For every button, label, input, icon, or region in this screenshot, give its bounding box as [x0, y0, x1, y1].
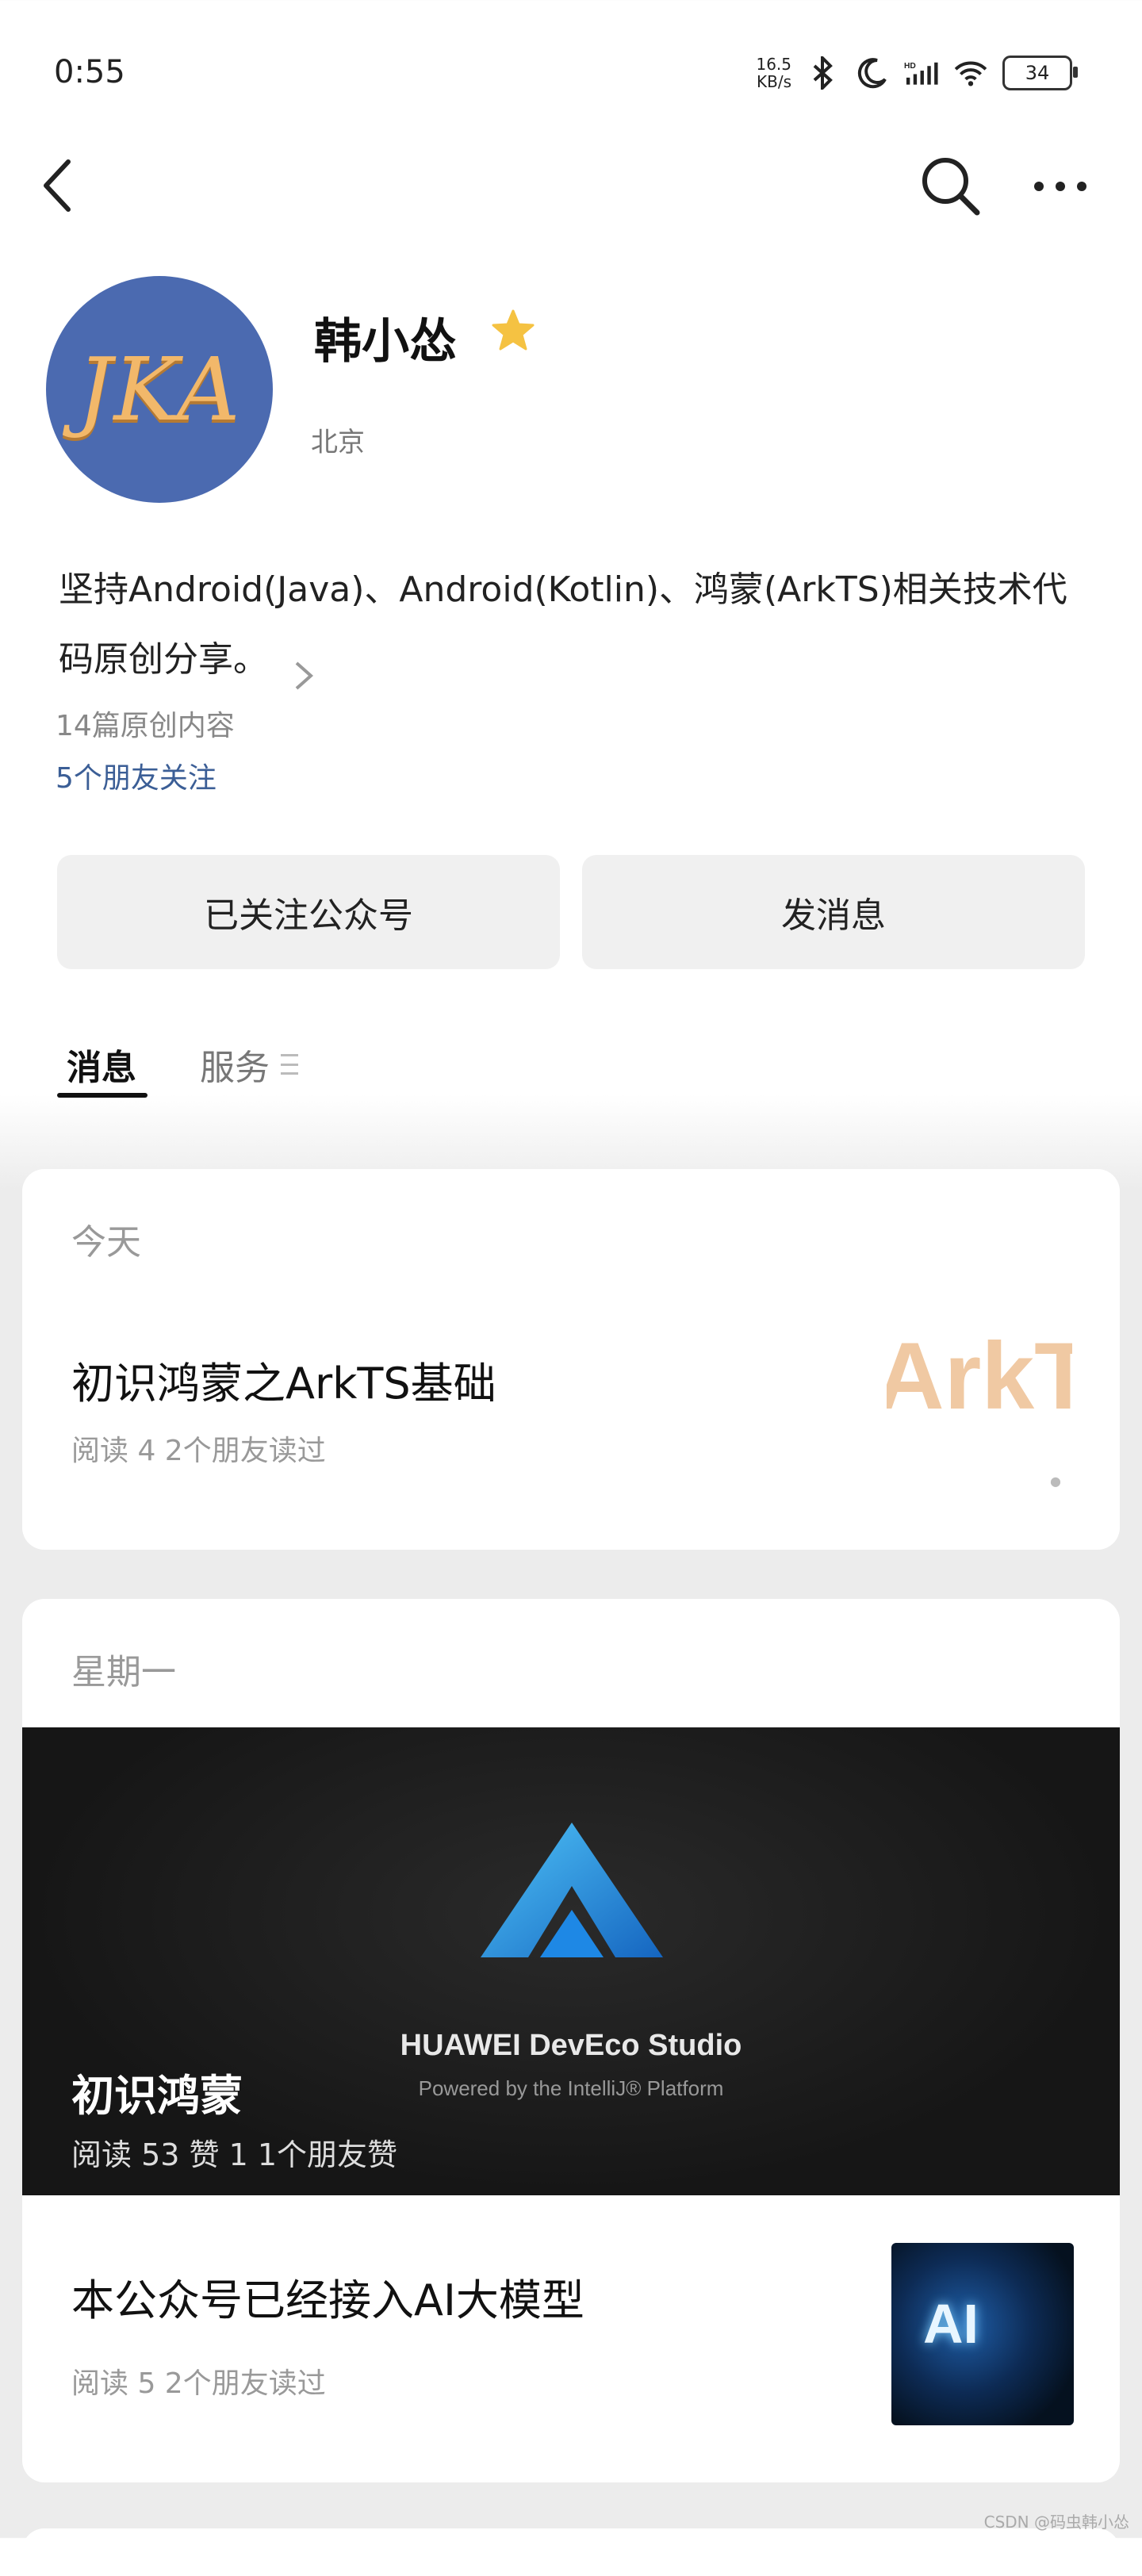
- chevron-right-icon[interactable]: [292, 646, 316, 690]
- date-label: 星期一: [71, 1652, 176, 1692]
- back-arrow-icon[interactable]: [36, 157, 81, 214]
- status-time: 0:55: [54, 54, 125, 90]
- send-message-button[interactable]: 发消息: [582, 855, 1085, 969]
- svg-text:HD: HD: [904, 62, 916, 71]
- article-thumbnail[interactable]: ArkT: [887, 1336, 1072, 1412]
- moon-icon: [855, 56, 890, 90]
- comment-icon: ●: [1050, 1474, 1061, 1489]
- tab-services[interactable]: 服务: [200, 1039, 298, 1090]
- account-location: 北京: [311, 427, 365, 458]
- account-name: 韩小怂: [314, 314, 457, 370]
- more-icon[interactable]: [1028, 167, 1093, 206]
- network-speed: 16.5 KB/s: [756, 55, 791, 91]
- signal-icon: HD: [904, 56, 939, 90]
- article-meta: 阅读 53 赞 1 1个朋友赞: [71, 2137, 398, 2172]
- status-icons: 16.5 KB/s HD 34: [756, 51, 1078, 95]
- search-icon[interactable]: [918, 154, 982, 217]
- article-thumbnail[interactable]: AI: [891, 2243, 1074, 2425]
- original-count: 14篇原创内容: [56, 710, 235, 742]
- battery-icon: 34: [1002, 56, 1078, 90]
- date-label: 今天: [71, 1222, 141, 1263]
- article-hero-cover[interactable]: HUAWEI DevEco Studio Powered by the Inte…: [22, 1727, 1120, 2195]
- tab-active-indicator: [57, 1093, 148, 1098]
- hero-brand-text: HUAWEI DevEco Studio: [400, 2029, 742, 2062]
- message-group-partial: [22, 2528, 1120, 2576]
- account-bio[interactable]: 坚持Android(Java)、Android(Kotlin)、鸿蒙(ArkTS…: [59, 555, 1090, 695]
- watermark: CSDN @码虫韩小怂: [983, 2513, 1129, 2532]
- article-title[interactable]: 初识鸿蒙之ArkTS基础: [71, 1348, 496, 1411]
- followed-button[interactable]: 已关注公众号: [57, 855, 560, 969]
- article-meta: 阅读 4 2个朋友读过: [71, 1435, 326, 1467]
- menu-lines-icon: [281, 1054, 298, 1075]
- star-icon: [490, 308, 536, 354]
- message-group-today: 今天 初识鸿蒙之ArkTS基础 阅读 4 2个朋友读过 ArkT ●: [22, 1169, 1120, 1550]
- tab-messages[interactable]: 消息: [67, 1039, 136, 1090]
- article-title[interactable]: 初识鸿蒙: [71, 2060, 243, 2123]
- bluetooth-icon: [806, 56, 841, 90]
- wifi-icon: [953, 56, 988, 90]
- deveco-logo-icon: [473, 1815, 671, 1973]
- avatar[interactable]: JKA: [46, 276, 273, 503]
- friends-follow-link[interactable]: 5个朋友关注: [56, 755, 217, 796]
- article-title[interactable]: 本公众号已经接入AI大模型: [71, 2265, 584, 2328]
- article-meta: 阅读 5 2个朋友读过: [71, 2367, 326, 2400]
- status-bar: 0:55 16.5 KB/s HD 34: [0, 0, 1142, 143]
- message-group-monday: 星期一 HUAWEI DevEco Studio Powered by the …: [22, 1599, 1120, 2482]
